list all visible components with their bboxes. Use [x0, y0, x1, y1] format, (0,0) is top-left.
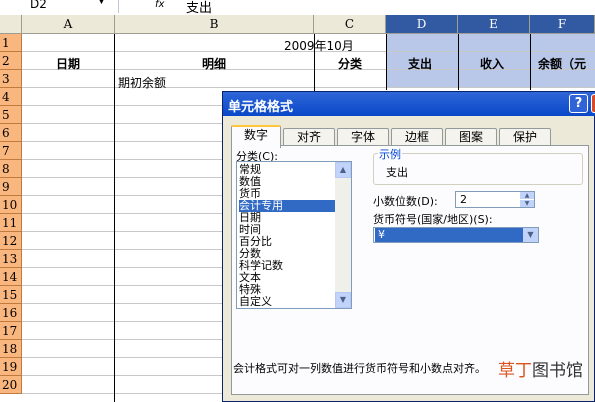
spin-down-icon[interactable]: ▼: [520, 200, 534, 207]
row-header[interactable]: 15: [0, 286, 22, 304]
dialog-titlebar[interactable]: 单元格格式 ? ×: [223, 92, 595, 116]
dialog-title: 单元格格式: [228, 100, 294, 115]
fx-icon[interactable]: fx: [155, 0, 164, 10]
column-header-b[interactable]: B: [115, 15, 314, 34]
header-income[interactable]: 收入: [480, 55, 504, 72]
row-header[interactable]: 5: [0, 106, 22, 124]
sample-label: 示例: [378, 146, 402, 162]
row-header[interactable]: 11: [0, 214, 22, 232]
col-border: [386, 34, 387, 90]
row-header[interactable]: 17: [0, 322, 22, 340]
formula-content[interactable]: 支出: [186, 0, 212, 16]
month-title[interactable]: 2009年10月: [284, 37, 354, 54]
currency-label: 货币符号(国家/地区)(S):: [373, 213, 493, 226]
select-all-corner[interactable]: [0, 15, 22, 34]
column-header-a[interactable]: A: [22, 15, 115, 34]
row-header[interactable]: 9: [0, 178, 22, 196]
name-box[interactable]: D2 ▼: [0, 0, 119, 13]
close-button[interactable]: ×: [591, 94, 595, 113]
row-header[interactable]: 1: [0, 34, 22, 52]
watermark-part2: 图书馆: [532, 361, 583, 381]
scroll-down-icon[interactable]: ▼: [335, 292, 351, 308]
chevron-down-icon[interactable]: ▼: [523, 228, 538, 242]
row-border: [22, 69, 595, 70]
row-header[interactable]: 19: [0, 358, 22, 376]
column-header-d[interactable]: D: [386, 15, 458, 34]
header-detail[interactable]: 明细: [202, 55, 226, 72]
sample-value: 支出: [386, 166, 408, 179]
row-header[interactable]: 14: [0, 268, 22, 286]
column-header-f[interactable]: F: [530, 15, 595, 34]
watermark: 草丁图书馆: [498, 356, 583, 381]
col-border: [458, 34, 459, 90]
row-header[interactable]: 20: [0, 376, 22, 394]
help-button[interactable]: ?: [569, 94, 588, 113]
name-box-dropdown-icon[interactable]: ▼: [98, 0, 105, 6]
row-header[interactable]: 7: [0, 142, 22, 160]
category-item[interactable]: 自定义: [239, 296, 335, 308]
header-expense[interactable]: 支出: [408, 55, 432, 72]
decimals-label: 小数位数(D):: [373, 195, 438, 208]
category-list[interactable]: 常规 数值 货币 会计专用 日期 时间 百分比 分数 科学记数 文本 特殊 自定义 ▲ ▼: [236, 161, 352, 309]
column-header-e[interactable]: E: [458, 15, 530, 34]
decimals-spinner[interactable]: 2 ▲ ▼: [455, 191, 535, 208]
row-header[interactable]: 13: [0, 250, 22, 268]
decimals-value[interactable]: 2: [460, 193, 467, 206]
row-header[interactable]: 10: [0, 196, 22, 214]
scroll-up-icon[interactable]: ▲: [335, 162, 351, 178]
watermark-part1: 草丁: [498, 361, 532, 381]
header-balance[interactable]: 余额（元: [538, 55, 586, 72]
sample-group: 示例 支出: [373, 146, 583, 185]
row-header[interactable]: 18: [0, 340, 22, 358]
row-border: [22, 87, 595, 88]
row-header[interactable]: 12: [0, 232, 22, 250]
row-header[interactable]: 8: [0, 160, 22, 178]
row-header[interactable]: 3: [0, 70, 22, 88]
row-header[interactable]: 16: [0, 304, 22, 322]
formula-bar: D2 ▼ fx 支出: [0, 0, 595, 16]
header-date[interactable]: 日期: [56, 55, 80, 72]
opening-balance-cell[interactable]: 期初余额: [118, 74, 166, 91]
header-category[interactable]: 分类: [338, 55, 362, 72]
name-box-value: D2: [30, 0, 47, 11]
row-header[interactable]: 6: [0, 124, 22, 142]
row-header[interactable]: 4: [0, 88, 22, 106]
currency-value[interactable]: ¥: [375, 228, 523, 242]
col-border: [530, 34, 531, 90]
category-scrollbar[interactable]: ▲ ▼: [335, 162, 351, 308]
format-description: 会计格式可对一列数值进行货币符号和小数点对齐。: [233, 362, 486, 375]
column-header-c[interactable]: C: [314, 15, 386, 34]
row-header[interactable]: 2: [0, 52, 22, 70]
spin-up-icon[interactable]: ▲: [520, 192, 534, 199]
tab-number[interactable]: 数字: [231, 125, 281, 148]
currency-select[interactable]: ¥ ▼: [373, 227, 539, 243]
col-border: [114, 34, 115, 402]
